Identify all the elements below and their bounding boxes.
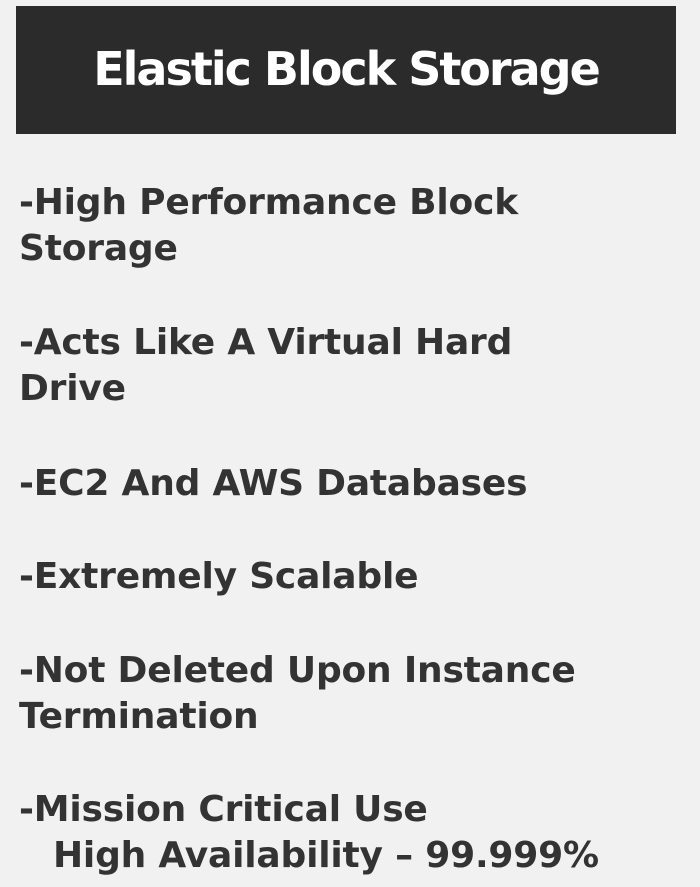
title-banner: Elastic Block Storage bbox=[16, 6, 676, 134]
bullet-line: Storage bbox=[19, 228, 178, 269]
bullet-virtual-hard-drive: -Acts Like A Virtual Hard Drive bbox=[19, 320, 512, 412]
slide-title: Elastic Block Storage bbox=[93, 42, 601, 96]
bullet-line: High Availability – 99.999% bbox=[53, 835, 599, 876]
bullet-high-performance: -High Performance Block Storage bbox=[19, 180, 518, 272]
bullet-scalable: -Extremely Scalable bbox=[19, 554, 419, 600]
bullet-line: Termination bbox=[19, 696, 259, 737]
bullet-line: -EC2 And AWS Databases bbox=[19, 463, 528, 504]
bullet-mission-critical: -Mission Critical Use High Availability … bbox=[19, 787, 599, 879]
bullet-line: -Mission Critical Use bbox=[19, 789, 428, 830]
bullet-not-deleted: -Not Deleted Upon Instance Termination bbox=[19, 648, 576, 740]
bullet-line: Drive bbox=[19, 368, 126, 409]
bullet-line: -Acts Like A Virtual Hard bbox=[19, 322, 513, 363]
bullet-line: -Not Deleted Upon Instance bbox=[19, 650, 576, 691]
bullet-ec2-databases: -EC2 And AWS Databases bbox=[19, 461, 528, 507]
bullet-line: -High Performance Block bbox=[19, 182, 518, 223]
bullet-line: -Extremely Scalable bbox=[19, 556, 419, 597]
